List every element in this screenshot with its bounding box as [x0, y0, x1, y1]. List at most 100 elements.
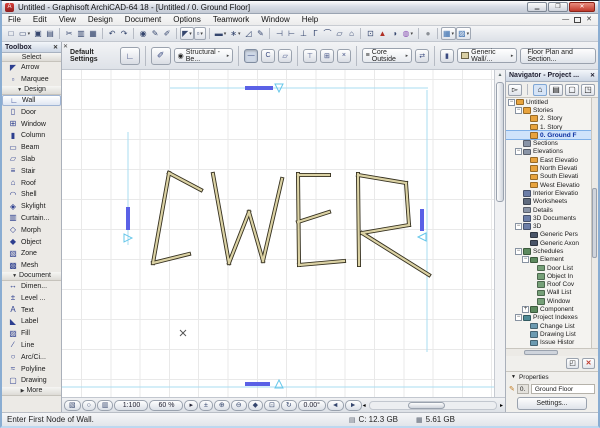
close-button[interactable]: ✕: [569, 2, 595, 12]
dropdown-arrow-icon[interactable]: ▾: [238, 31, 241, 37]
tree-item-issue-histor[interactable]: Issue Histor: [506, 339, 598, 347]
curved-wall-button[interactable]: C: [261, 49, 275, 63]
tool-slab[interactable]: ▱Slab: [2, 154, 61, 166]
tree-item-1-story[interactable]: 1. Story: [506, 123, 598, 131]
tree-vertical-scrollbar[interactable]: [591, 98, 598, 348]
tree-item-elevations[interactable]: −Elevations: [506, 148, 598, 156]
tree-item-drawing-list[interactable]: Drawing List: [506, 330, 598, 338]
tree-item-2-story[interactable]: 2. Story: [506, 115, 598, 123]
adjust-icon[interactable]: ⊥: [297, 27, 309, 40]
wall-default-button[interactable]: ∟: [120, 47, 140, 65]
hscroll-thumb[interactable]: [408, 402, 446, 409]
quick-options-icon[interactable]: ▧: [64, 400, 81, 411]
tool-stair[interactable]: ≡Stair: [2, 165, 61, 177]
tree-item-element[interactable]: −Element: [506, 256, 598, 264]
tree-item-generic-axon[interactable]: Generic Axon: [506, 239, 598, 247]
tool-text[interactable]: AText: [2, 304, 61, 316]
tree-item-door-list[interactable]: Door List: [506, 264, 598, 272]
tool-skylight[interactable]: ◈Skylight: [2, 201, 61, 213]
floor-plan-canvas[interactable]: [62, 70, 494, 397]
tool-column[interactable]: ▮Column: [2, 130, 61, 142]
view-map-icon[interactable]: ▤: [549, 84, 563, 96]
print-icon[interactable]: ▤: [44, 27, 56, 40]
inject-parameters-icon[interactable]: ✐: [161, 27, 173, 40]
slope-icon[interactable]: ◿: [242, 27, 254, 40]
flip-wall-button[interactable]: ⇄: [415, 49, 429, 63]
dropdown-arrow-icon[interactable]: ▾: [200, 31, 203, 37]
modify-icon[interactable]: ⊡: [364, 27, 376, 40]
menu-window[interactable]: Window: [255, 14, 295, 26]
tree-item-generic-pers[interactable]: Generic Pers: [506, 231, 598, 239]
tool-drawing[interactable]: ▢Drawing: [2, 375, 61, 387]
rotation-angle-button[interactable]: 0.00°: [298, 400, 326, 411]
menu-file[interactable]: File: [2, 14, 27, 26]
trim-icon[interactable]: ⊣: [273, 27, 285, 40]
tool-zone[interactable]: ▧Zone: [2, 248, 61, 260]
tree-item-sections[interactable]: Sections: [506, 139, 598, 147]
tree-expander-icon[interactable]: +: [522, 306, 529, 313]
pick-up-parameters-icon[interactable]: ✎: [149, 27, 161, 40]
tool-mesh[interactable]: ▩Mesh: [2, 260, 61, 272]
new-viewpoint-icon[interactable]: ◰: [566, 358, 579, 369]
tree-hscroll-thumb[interactable]: [524, 350, 558, 355]
toolbox-section-design[interactable]: ▼Design: [2, 86, 61, 95]
tree-scrollbar-thumb[interactable]: [592, 188, 597, 258]
navigator-close-icon[interactable]: ✕: [590, 72, 595, 79]
title-bar[interactable]: A Untitled - Graphisoft ArchiCAD-64 18 -…: [2, 1, 598, 14]
3d-visualization-icon[interactable]: ▲: [376, 27, 388, 40]
tree-item-schedules[interactable]: −Schedules: [506, 247, 598, 255]
section-icon[interactable]: ◑: [388, 27, 400, 40]
orbit-icon[interactable]: ↻: [281, 400, 297, 411]
hscroll-left-icon[interactable]: ◂: [363, 402, 366, 409]
tool-shell[interactable]: ◠Shell: [2, 189, 61, 201]
tree-item-untitled[interactable]: −Untitled: [506, 98, 598, 106]
tree-expander-icon[interactable]: −: [508, 99, 515, 106]
wall-section-button[interactable]: ▮: [440, 49, 454, 63]
hscroll-right-icon[interactable]: ▸: [500, 402, 503, 409]
expand-options-icon[interactable]: ▸: [184, 400, 198, 411]
infobox-close-icon[interactable]: ✕: [63, 43, 68, 50]
tree-item-project-indexes[interactable]: −Project Indexes: [506, 314, 598, 322]
tree-item-west-elevatio[interactable]: West Elevatio: [506, 181, 598, 189]
mdi-close-icon[interactable]: ✕: [586, 15, 592, 25]
open-icon[interactable]: ▭▾: [17, 27, 32, 40]
zoom-in-icon[interactable]: ⊕: [214, 400, 230, 411]
3d-window-icon[interactable]: ▨▾: [456, 27, 471, 40]
straight-wall-button[interactable]: —: [244, 49, 258, 63]
tree-expander-icon[interactable]: −: [515, 248, 522, 255]
tool-line[interactable]: ∕Line: [2, 340, 61, 352]
tool-wall[interactable]: ∟Wall: [2, 95, 61, 107]
arrow-tool-icon[interactable]: ◤▾: [180, 27, 194, 40]
zoom-level-button[interactable]: 60 %: [149, 400, 183, 411]
tree-item-change-list[interactable]: Change List: [506, 322, 598, 330]
tree-item-east-elevatio[interactable]: East Elevatio: [506, 156, 598, 164]
floor-plan-section-button[interactable]: Floor Plan and Section...: [520, 48, 596, 64]
menu-help[interactable]: Help: [296, 14, 324, 26]
dropdown-arrow-icon[interactable]: ▾: [28, 31, 31, 37]
tree-item-object-in[interactable]: Object In: [506, 272, 598, 280]
marquee-tool-icon[interactable]: ▫▾: [194, 27, 206, 40]
zoom-out-icon[interactable]: ⊖: [231, 400, 247, 411]
pen-set-preview-icon[interactable]: ▥: [97, 400, 114, 411]
tool-polyline[interactable]: ≈Polyline: [2, 363, 61, 375]
previous-zoom-icon[interactable]: ◄: [327, 400, 344, 411]
minimize-button[interactable]: ▁: [527, 2, 547, 12]
rendering-icon[interactable]: ◍▾: [400, 27, 415, 40]
new-icon[interactable]: □: [5, 27, 17, 40]
properties-collapse-icon[interactable]: ▼: [511, 374, 516, 380]
save-icon[interactable]: ▣: [32, 27, 44, 40]
tool-arc[interactable]: ○Arc/Ci...: [2, 351, 61, 363]
markup-icon[interactable]: ●: [422, 27, 434, 40]
layout-book-icon[interactable]: ▢: [565, 84, 579, 96]
tree-expander-icon[interactable]: −: [515, 223, 522, 230]
tree-item-component[interactable]: +Component: [506, 305, 598, 313]
tool-morph[interactable]: ◇Morph: [2, 224, 61, 236]
snap-guides-icon[interactable]: ∗▾: [228, 27, 242, 40]
dropdown-arrow-icon[interactable]: ▾: [452, 31, 455, 37]
favorites-icon[interactable]: ▬▾: [213, 27, 229, 40]
renovation-filter-select[interactable]: ◉Structural - Be...▸: [174, 48, 234, 63]
tree-item-3d[interactable]: −3D: [506, 222, 598, 230]
story-name-field[interactable]: Ground Floor: [531, 384, 595, 394]
cut-icon[interactable]: ✂: [63, 27, 75, 40]
dropdown-arrow-icon[interactable]: ▸: [406, 53, 409, 59]
